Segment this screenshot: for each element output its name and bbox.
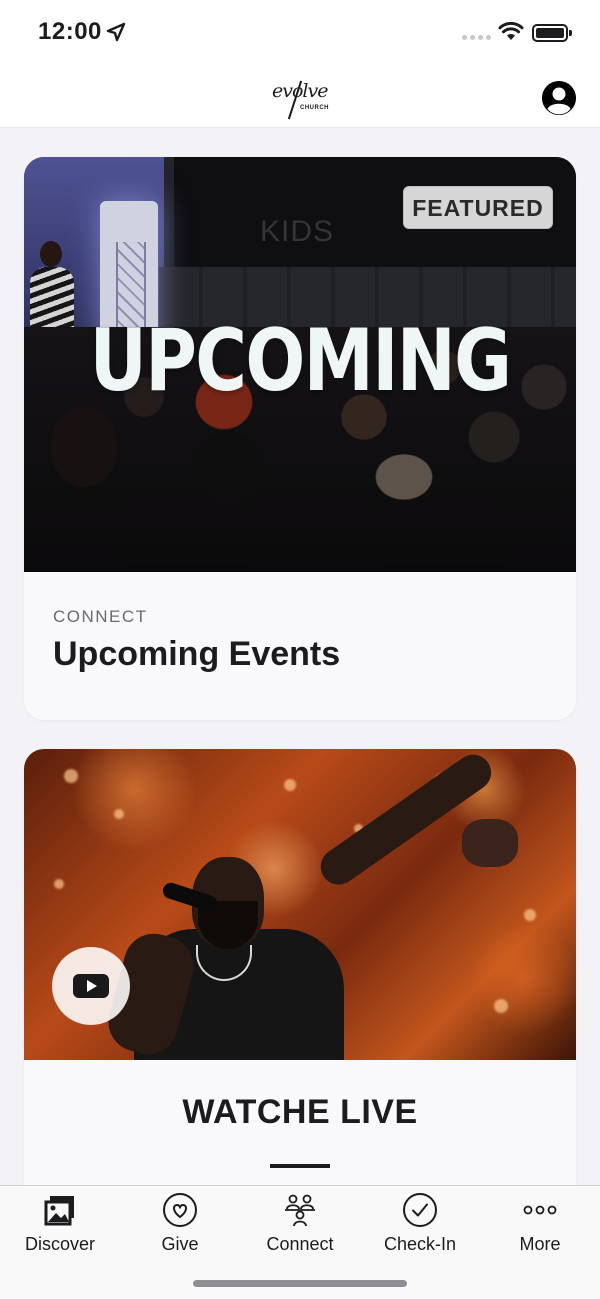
upcoming-events-image: KIDS UPCOMING FEATURED	[24, 157, 576, 572]
watch-live-card[interactable]: WATCHE LIVE	[24, 749, 576, 1185]
tab-give[interactable]: Give	[120, 1186, 240, 1266]
tab-connect[interactable]: Connect	[240, 1186, 360, 1266]
signal-dots-icon	[462, 35, 491, 40]
watch-live-image	[24, 749, 576, 1060]
content-scroll[interactable]: KIDS UPCOMING FEATURED CONNECT Upcoming …	[0, 129, 600, 1185]
tab-bar: Discover Give Connect Check-In More	[0, 1185, 600, 1299]
wifi-icon	[498, 22, 524, 40]
card-title: Upcoming Events	[53, 635, 341, 673]
featured-badge: FEATURED	[403, 186, 553, 229]
tab-label: Connect	[266, 1234, 334, 1254]
tab-label: Check-In	[383, 1234, 457, 1254]
upcoming-events-card[interactable]: KIDS UPCOMING FEATURED CONNECT Upcoming …	[24, 157, 576, 720]
image-overlay-text: UPCOMING	[89, 311, 512, 411]
location-arrow-icon	[106, 22, 126, 42]
tab-label: Give	[161, 1234, 199, 1254]
ellipsis-icon	[523, 1205, 557, 1215]
title-underline	[270, 1164, 330, 1168]
status-bar: 12:00	[0, 0, 600, 66]
logo-sub: CHURCH	[300, 105, 329, 111]
tab-more[interactable]: More	[480, 1186, 600, 1266]
person-circle-icon	[542, 81, 576, 115]
photos-icon	[44, 1196, 74, 1226]
nav-bar: evolve CHURCH	[0, 66, 600, 128]
checkmark-circle-icon	[403, 1193, 437, 1227]
tab-label: Discover	[24, 1234, 95, 1254]
tab-discover[interactable]: Discover	[0, 1186, 120, 1266]
heart-circle-icon	[163, 1193, 197, 1227]
battery-icon	[532, 24, 572, 42]
watch-live-title: WATCHE LIVE	[182, 1093, 418, 1131]
tab-label: More	[519, 1234, 561, 1254]
tab-check-in[interactable]: Check-In	[360, 1186, 480, 1266]
play-button[interactable]	[52, 947, 130, 1025]
people-group-icon	[285, 1194, 315, 1227]
church-logo[interactable]: evolve CHURCH	[272, 76, 330, 120]
home-indicator[interactable]	[193, 1280, 407, 1287]
profile-button[interactable]	[542, 81, 576, 115]
status-time: 12:00	[38, 18, 102, 45]
card-eyebrow: CONNECT	[53, 607, 148, 626]
